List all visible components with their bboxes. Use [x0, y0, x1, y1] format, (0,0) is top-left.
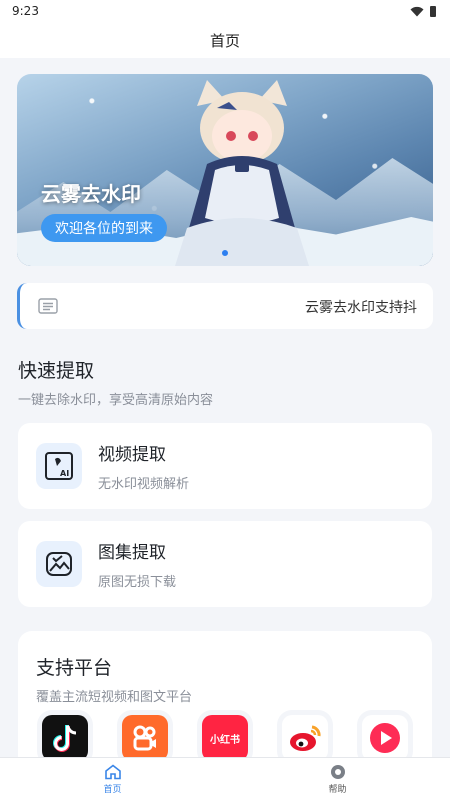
notice-bar[interactable]: 云雾去水印支持抖	[17, 283, 433, 329]
platform-list: 小红书	[42, 715, 408, 761]
quick-section-subtitle: 一键去除水印，享受高清原始内容	[18, 393, 214, 408]
quick-section-title: 快速提取	[18, 360, 95, 382]
svg-text:AI: AI	[60, 469, 69, 478]
tab-home[interactable]: 首页	[0, 758, 225, 800]
status-bar: 9:23	[0, 0, 450, 22]
home-icon	[104, 763, 121, 779]
image-extract-desc: 原图无损下载	[98, 575, 177, 590]
bottom-tab-bar: 首页 帮助	[0, 757, 450, 800]
banner-title: 云雾去水印	[41, 182, 141, 206]
battery-icon	[430, 5, 436, 17]
tab-help[interactable]: 帮助	[225, 758, 450, 800]
image-gallery-icon	[36, 541, 82, 587]
video-ai-icon: AI	[36, 443, 82, 489]
wifi-icon	[410, 6, 424, 16]
status-time: 9:23	[12, 4, 39, 18]
banner-anime-illustration	[175, 80, 309, 266]
image-extract-card[interactable]: 图集提取 原图无损下载	[18, 521, 432, 607]
video-extract-card[interactable]: AI 视频提取 无水印视频解析	[18, 423, 432, 509]
banner-carousel[interactable]: 云雾去水印 欢迎各位的到来	[17, 74, 433, 266]
image-extract-title: 图集提取	[98, 543, 166, 563]
tab-home-label: 首页	[103, 784, 122, 795]
weibo-icon[interactable]	[282, 715, 328, 761]
banner-welcome-button[interactable]: 欢迎各位的到来	[41, 214, 167, 242]
tab-help-label: 帮助	[328, 784, 347, 795]
app-header: 首页	[0, 22, 450, 58]
carousel-dot[interactable]	[222, 250, 228, 256]
douyin-icon[interactable]	[42, 715, 88, 761]
video-extract-title: 视频提取	[98, 445, 166, 465]
notice-icon	[38, 298, 58, 314]
kuaishou-icon[interactable]	[122, 715, 168, 761]
video-app-icon[interactable]	[362, 715, 408, 761]
notice-marquee-text: 云雾去水印支持抖	[305, 300, 417, 316]
xiaohongshu-label: 小红书	[210, 734, 240, 746]
platform-title: 支持平台	[36, 657, 113, 679]
video-extract-desc: 无水印视频解析	[98, 477, 190, 492]
help-icon	[330, 764, 345, 779]
carousel-indicator	[17, 250, 433, 256]
page-title: 首页	[209, 31, 240, 50]
platform-subtitle: 覆盖主流短视频和图文平台	[36, 690, 193, 705]
xiaohongshu-icon[interactable]: 小红书	[202, 715, 248, 761]
status-icons	[410, 5, 436, 17]
